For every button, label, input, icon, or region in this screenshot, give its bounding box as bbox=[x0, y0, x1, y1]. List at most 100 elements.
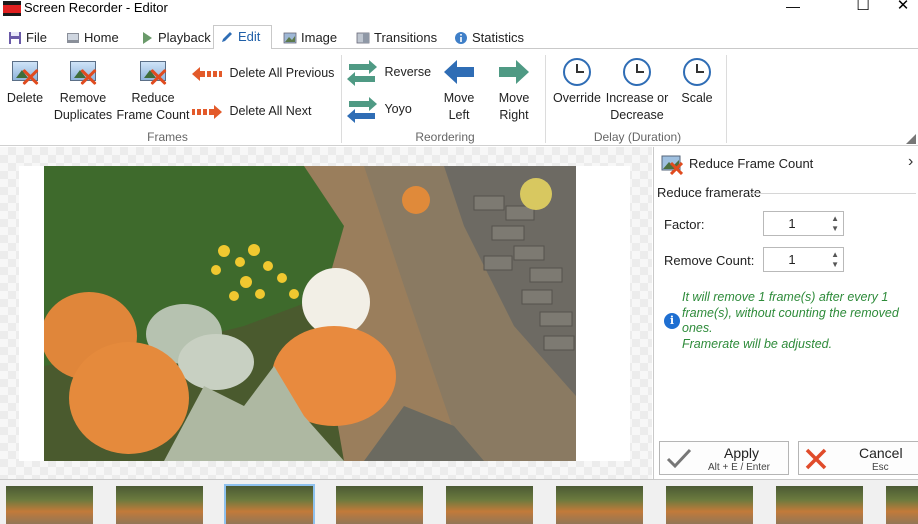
section-divider bbox=[750, 193, 916, 194]
move-left-label-2: Left bbox=[448, 108, 470, 122]
group-divider bbox=[545, 55, 546, 143]
frame-thumbnail[interactable] bbox=[116, 486, 203, 524]
frame-thumbnail[interactable] bbox=[336, 486, 423, 524]
transitions-icon bbox=[356, 32, 370, 44]
apply-button[interactable]: Apply Alt + E / Enter bbox=[659, 441, 789, 475]
delete-label: Delete bbox=[6, 91, 44, 105]
save-icon bbox=[9, 32, 21, 44]
override-label: Override bbox=[553, 91, 601, 105]
tab-playback[interactable]: Playback bbox=[134, 27, 211, 49]
frame-thumbnail[interactable] bbox=[666, 486, 753, 524]
info-line: Framerate will be adjusted. bbox=[682, 336, 833, 351]
decrement-arrow-icon[interactable]: ▼ bbox=[831, 261, 839, 269]
close-x-icon bbox=[805, 448, 827, 470]
clock-override-icon bbox=[562, 57, 592, 87]
info-line: ones. bbox=[682, 321, 713, 335]
apply-shortcut: Alt + E / Enter bbox=[708, 462, 770, 473]
tab-file[interactable]: File bbox=[2, 27, 54, 49]
tab-transitions-label: Transitions bbox=[374, 30, 438, 45]
info-icon: i bbox=[664, 313, 680, 329]
remove-count-input[interactable]: 1 ▲ ▼ bbox=[763, 247, 844, 272]
window-title: Screen Recorder - Editor bbox=[24, 0, 168, 15]
frame-thumbnail[interactable] bbox=[224, 484, 315, 524]
increase-label-1: Increase or bbox=[605, 91, 669, 105]
reduce-label-1: Reduce bbox=[131, 91, 175, 105]
tab-image[interactable]: Image bbox=[277, 27, 341, 49]
frame-thumbnail[interactable] bbox=[446, 486, 533, 524]
frame-thumbnail[interactable] bbox=[776, 486, 863, 524]
reduce-frame-count-icon bbox=[661, 155, 683, 175]
yoyo-arrows-icon bbox=[347, 97, 377, 123]
remove-count-label: Remove Count: bbox=[664, 253, 755, 268]
factor-input[interactable]: 1 ▲ ▼ bbox=[763, 211, 844, 236]
remove-duplicates-button[interactable]: Remove Duplicates bbox=[52, 57, 114, 124]
home-icon bbox=[67, 33, 79, 43]
remove-duplicates-label-1: Remove bbox=[59, 91, 107, 105]
decrement-arrow-icon[interactable]: ▼ bbox=[831, 225, 839, 233]
apply-label: Apply bbox=[724, 445, 760, 461]
delete-frame-button[interactable]: Delete bbox=[2, 57, 48, 107]
scale-delay-button[interactable]: Scale bbox=[676, 57, 718, 107]
move-left-button[interactable]: Move Left bbox=[434, 57, 484, 124]
reverse-button[interactable]: Reverse bbox=[347, 60, 431, 86]
image-icon bbox=[283, 32, 297, 44]
move-left-label-1: Move bbox=[443, 91, 475, 105]
delete-all-next-button[interactable]: Delete All Next bbox=[192, 102, 311, 120]
delete-frame-icon bbox=[10, 57, 40, 87]
tab-image-label: Image bbox=[301, 30, 338, 45]
info-line: frame(s), without counting the removed bbox=[682, 305, 899, 320]
frame-canvas bbox=[0, 147, 652, 479]
info-message: It will remove 1 frame(s) after every 1 … bbox=[682, 290, 918, 352]
minimize-button[interactable]: — bbox=[770, 0, 816, 20]
remove-duplicates-icon bbox=[68, 57, 98, 87]
cancel-button[interactable]: Cancel Esc bbox=[798, 441, 918, 475]
delay-group-label: Delay (Duration) bbox=[593, 130, 682, 144]
reduce-frame-count-button[interactable]: Reduce Frame Count bbox=[114, 57, 192, 124]
arrow-right-dashed-icon bbox=[192, 104, 222, 119]
scale-label: Scale bbox=[681, 91, 713, 105]
tab-edit-label: Edit bbox=[238, 29, 261, 44]
panel-title: Reduce Frame Count bbox=[689, 156, 814, 171]
frame-thumbnail[interactable] bbox=[6, 486, 93, 524]
tab-home[interactable]: Home bbox=[60, 27, 126, 49]
check-icon bbox=[666, 448, 692, 469]
increment-arrow-icon[interactable]: ▲ bbox=[831, 251, 839, 259]
frame-thumbnail[interactable] bbox=[556, 486, 643, 524]
remove-count-value[interactable]: 1 bbox=[764, 252, 820, 267]
reduce-label-2: Frame Count bbox=[116, 108, 190, 122]
collapse-ribbon-icon[interactable] bbox=[906, 134, 916, 144]
tab-transitions[interactable]: Transitions bbox=[350, 27, 442, 49]
frame-thumbnail[interactable] bbox=[886, 486, 918, 524]
app-logo-icon bbox=[3, 1, 21, 16]
section-title: Reduce framerate bbox=[657, 185, 762, 200]
play-icon bbox=[143, 32, 152, 44]
yoyo-button[interactable]: Yoyo bbox=[347, 97, 412, 123]
ribbon-tabs: File Home Playback Edit Image Transition… bbox=[0, 24, 918, 50]
move-right-label-2: Right bbox=[499, 108, 529, 122]
tab-file-label: File bbox=[26, 30, 47, 45]
move-right-button[interactable]: Move Right bbox=[489, 57, 539, 124]
arrow-right-icon bbox=[499, 60, 529, 84]
cancel-label: Cancel bbox=[859, 445, 903, 461]
reordering-group-label: Reordering bbox=[415, 130, 475, 144]
increase-label-2: Decrease bbox=[610, 108, 664, 122]
info-icon bbox=[455, 32, 467, 44]
frames-group-label: Frames bbox=[147, 130, 188, 144]
close-button[interactable]: ✕ bbox=[880, 0, 918, 20]
tab-statistics[interactable]: Statistics bbox=[448, 27, 528, 49]
increment-arrow-icon[interactable]: ▲ bbox=[831, 215, 839, 223]
override-delay-button[interactable]: Override bbox=[549, 57, 605, 107]
tab-edit[interactable]: Edit bbox=[213, 25, 272, 50]
factor-value[interactable]: 1 bbox=[764, 216, 820, 231]
arrow-left-dashed-icon bbox=[192, 66, 222, 81]
chevron-right-icon[interactable]: › bbox=[908, 153, 913, 171]
delete-all-previous-button[interactable]: Delete All Previous bbox=[192, 64, 334, 82]
reverse-arrows-icon bbox=[347, 60, 377, 86]
remove-duplicates-label-2: Duplicates bbox=[53, 108, 113, 122]
ribbon-edit: Delete Remove Duplicates Reduce Frame Co… bbox=[0, 49, 918, 146]
increase-decrease-delay-button[interactable]: Increase or Decrease bbox=[604, 57, 670, 124]
tab-statistics-label: Statistics bbox=[472, 30, 525, 45]
clock-plus-minus-icon bbox=[622, 57, 652, 87]
tab-playback-label: Playback bbox=[158, 30, 211, 45]
factor-label: Factor: bbox=[664, 217, 705, 232]
